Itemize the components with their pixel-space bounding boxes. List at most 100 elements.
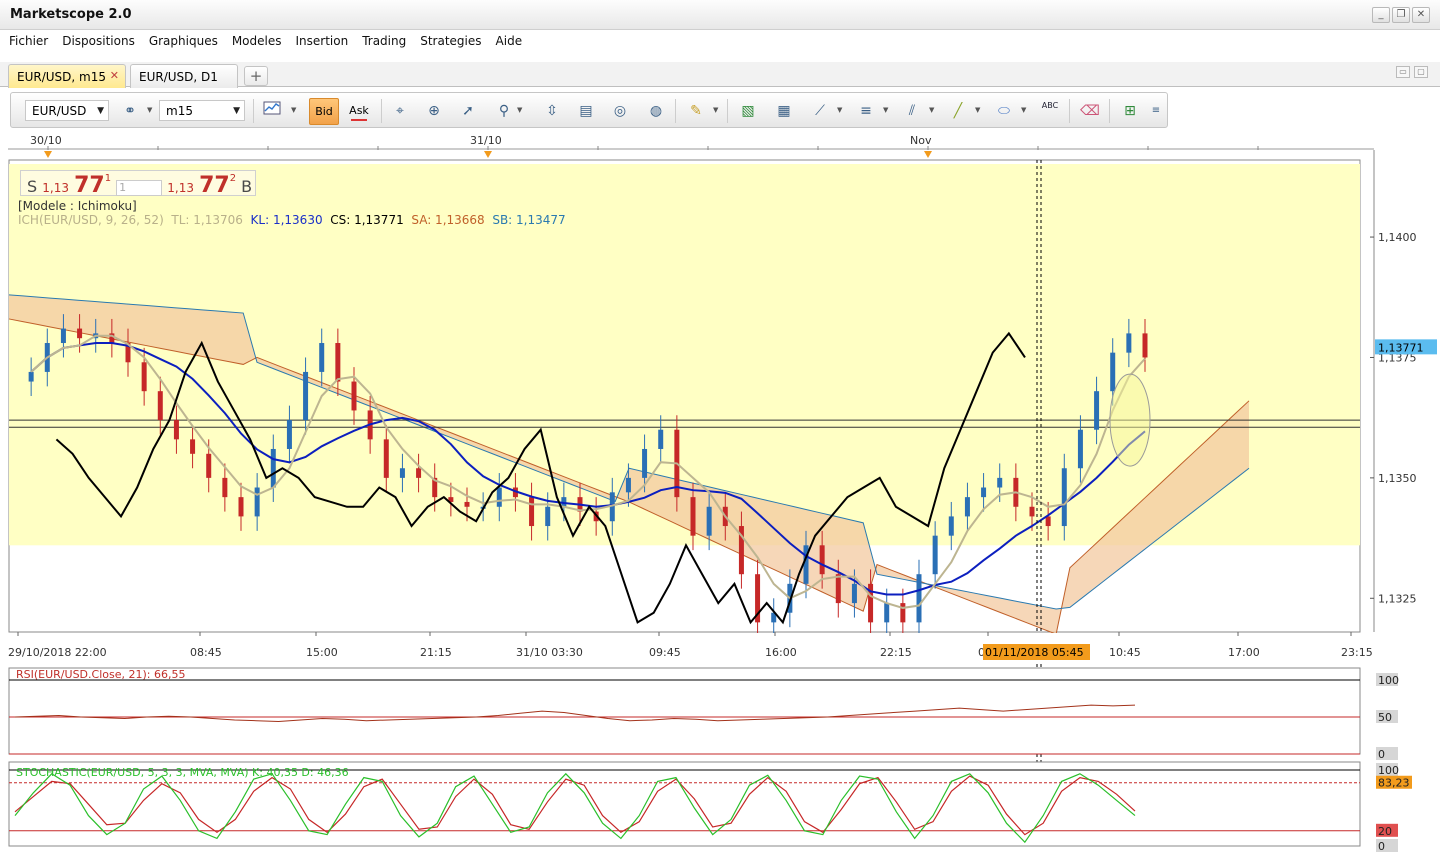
fit-icon[interactable]: ⇳ (541, 100, 563, 122)
timeframe-select[interactable]: m15 ▼ (159, 100, 245, 121)
menu-modeles[interactable]: Modeles (225, 30, 289, 52)
toolbar-divider (727, 99, 728, 123)
time-tick-label: 21:15 (420, 646, 452, 659)
current-price-label: 1,13771 (1378, 341, 1424, 354)
candle-body (997, 477, 1003, 488)
chevron-down-icon[interactable]: ▼ (517, 106, 522, 114)
line-tool-icon[interactable]: ⟋ (809, 100, 831, 122)
menu-trading[interactable]: Trading (355, 30, 413, 52)
pointer-icon[interactable]: ➚ (457, 100, 479, 122)
time-tick-label: 31/10 03:30 (516, 646, 583, 659)
toolbar-overflow-icon[interactable]: ≡ (1149, 100, 1163, 122)
candle-body (932, 535, 938, 575)
candle-body (496, 487, 502, 507)
ellipse-icon[interactable]: ⬭ (993, 100, 1015, 122)
chevron-down-icon[interactable]: ▼ (713, 106, 718, 114)
properties-icon[interactable]: ▤ (575, 100, 597, 122)
sell-price-big: 77 (74, 173, 105, 198)
tab-eurusd-d1[interactable]: EUR/USD, D1 (130, 64, 238, 88)
bid-button[interactable]: Bid (309, 98, 339, 125)
ruler-icon[interactable]: ✎ (685, 100, 707, 122)
buy-price-big: 77 (199, 173, 230, 198)
rsi-label: RSI(EUR/USD.Close, 21): 66,55 (16, 668, 185, 681)
candle-body (1110, 352, 1116, 392)
stoch-tick-label: 0 (1378, 840, 1385, 853)
chart-canvas[interactable]: 30/10 31/10 Nov1,14001,13751,13501,13251,1… (8, 130, 1438, 858)
menu-strategies[interactable]: Strategies (413, 30, 488, 52)
buy-price-small: 1,13 (167, 181, 194, 195)
cursor-icon[interactable]: ⌖ (389, 100, 411, 122)
candle-body (222, 477, 228, 498)
time-tick-label: 17:00 (1228, 646, 1260, 659)
menu-aide[interactable]: Aide (489, 30, 530, 52)
sell-label: S (27, 177, 38, 196)
chart-type-icon[interactable] (261, 100, 283, 122)
ichimoku-sb: SB: 1,13477 (492, 213, 566, 227)
chevron-down-icon[interactable]: ▼ (147, 106, 152, 114)
globe-icon[interactable]: ◍ (645, 100, 667, 122)
time-tick-label: 15:00 (306, 646, 338, 659)
amount-input[interactable]: 1 (116, 179, 163, 196)
date-marker-icon (484, 151, 492, 158)
menu-graphiques[interactable]: Graphiques (142, 30, 225, 52)
image-icon[interactable]: ▧ (737, 100, 759, 122)
toolbar-divider (381, 99, 382, 123)
panel-controls: ▭ ▢ (1396, 66, 1428, 78)
channel-icon[interactable]: ⫽ (901, 100, 923, 122)
zoom-icon[interactable]: ⚲ (493, 100, 515, 122)
link-icon[interactable]: ⚭ (119, 100, 141, 122)
indicators-icon[interactable]: ▦ (773, 100, 795, 122)
candle-body (658, 429, 664, 449)
buy-label: B (241, 177, 253, 196)
candle-body (1045, 516, 1051, 527)
eraser-icon[interactable]: ⌫ (1079, 100, 1101, 122)
ask-underline (351, 119, 367, 121)
add-tab-button[interactable]: + (244, 66, 268, 86)
candle-body (238, 497, 244, 517)
stoch-label: STOCHASTIC(EUR/USD, 5, 3, 3, MVA, MVA) K… (16, 766, 349, 779)
candle-body (60, 328, 66, 344)
candle-body (900, 603, 906, 623)
top-date-label: 31/10 (470, 134, 502, 147)
sell-price-small: 1,13 (42, 181, 69, 195)
stoch-tick-label: 83,23 (1378, 777, 1410, 790)
candle-body (1094, 391, 1100, 430)
panel-minimize-icon[interactable]: ▭ (1396, 66, 1410, 78)
chart-area[interactable]: 30/10 31/10 Nov 1,1400 1,1375 1,1350 1,1325 1,1… (8, 130, 1438, 858)
toolbar-divider (253, 99, 254, 123)
minimize-button[interactable]: _ (1372, 7, 1390, 23)
crosshair-icon[interactable]: ⊕ (423, 100, 445, 122)
chevron-down-icon[interactable]: ▼ (291, 106, 296, 114)
chevron-down-icon[interactable]: ▼ (1021, 106, 1026, 114)
text-tool-icon[interactable]: ABC (1039, 100, 1061, 122)
view-icon[interactable]: ◎ (609, 100, 631, 122)
chevron-down-icon[interactable]: ▼ (929, 106, 934, 114)
pencil-icon[interactable]: ╱ (947, 100, 969, 122)
candle-body (529, 497, 535, 527)
stoch-tick-label: 20 (1378, 825, 1392, 838)
chevron-down-icon[interactable]: ▼ (883, 106, 888, 114)
buy-button[interactable]: 1,13 772 (167, 173, 241, 198)
candle-body (981, 487, 987, 498)
tab-eurusd-m15[interactable]: EUR/USD, m15 ✕ (8, 64, 126, 88)
chevron-down-icon[interactable]: ▼ (837, 106, 842, 114)
ask-button[interactable]: Ask (344, 98, 374, 125)
candle-body (351, 381, 357, 411)
restore-button[interactable]: ❐ (1392, 7, 1410, 23)
candle-body (690, 497, 696, 536)
menu-insertion[interactable]: Insertion (289, 30, 356, 52)
menu-fichier[interactable]: Fichier (2, 30, 55, 52)
panel-maximize-icon[interactable]: ▢ (1414, 66, 1428, 78)
toolbar-divider (1069, 99, 1070, 123)
sell-button[interactable]: 1,13 771 (42, 173, 116, 198)
ask-label: Ask (349, 104, 369, 117)
hierarchy-icon[interactable]: ⊞ (1119, 100, 1141, 122)
symbol-select[interactable]: EUR/USD ▼ (25, 100, 109, 121)
close-button[interactable]: ✕ (1412, 7, 1430, 23)
abc-label: ABC (1041, 101, 1059, 110)
candle-body (319, 343, 325, 372)
menu-dispositions[interactable]: Dispositions (55, 30, 142, 52)
tab-close-icon[interactable]: ✕ (110, 69, 119, 82)
chevron-down-icon[interactable]: ▼ (975, 106, 980, 114)
fibonacci-icon[interactable]: ≡ (855, 100, 877, 122)
